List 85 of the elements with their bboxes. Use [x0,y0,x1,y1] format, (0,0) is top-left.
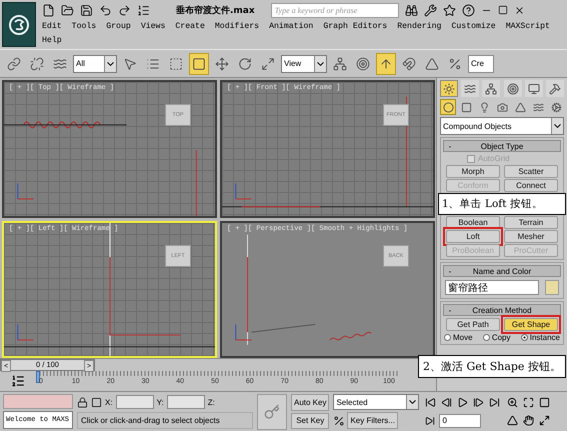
menu-item[interactable]: Views [140,20,166,34]
current-frame-field[interactable]: 0 [439,414,482,428]
object-type-button[interactable]: Mesher [504,230,558,243]
creation-method-button[interactable]: Get Shape [504,318,558,331]
menu-item[interactable]: Group [106,20,131,34]
maximize-icon [498,5,508,15]
named-selection-field[interactable]: Cre [468,54,494,72]
file-title: 垂布帘渡文件.max [176,4,255,16]
status-prompt: Click or click-and-drag to select objects [77,412,253,429]
color-swatch[interactable] [545,280,559,295]
menu-item[interactable]: Graph Editors [323,20,388,34]
object-type-button[interactable]: Terrain [504,216,558,229]
callout-note: 1、单击 Loft 按钮。 [438,193,566,215]
reference-coordinate-dropdown[interactable]: View [281,54,327,72]
menu-item[interactable]: Animation [269,20,314,34]
zoom-icon[interactable] [505,395,520,410]
object-type-button[interactable]: Connect [504,179,558,192]
hierarchy-icon[interactable] [482,80,500,97]
rollout-header[interactable]: - Name and Color [443,265,561,277]
new-file-icon [42,4,55,16]
object-category-dropdown[interactable]: Compound Objects [440,117,564,135]
rollout-title: Name and Color [472,266,532,276]
rollout-header[interactable]: - Object Type [443,140,561,152]
selection-filter-dropdown[interactable]: All [73,54,117,72]
sphere-icon[interactable] [440,99,456,115]
object-type-button[interactable]: Loft [446,230,500,243]
x-coordinate-field[interactable] [116,395,154,409]
lock-icon [77,396,88,408]
zoom-extents-icon[interactable] [537,395,552,410]
curve-icon[interactable] [461,80,480,97]
radio-option[interactable]: Copy [482,333,510,342]
menu-item[interactable]: Create [175,20,205,34]
key-filters-button[interactable]: Key Filters... [347,412,398,429]
save-icon [80,4,93,16]
axis-tripod-icon [17,323,34,340]
star-icon [442,4,456,16]
rollout-title: Object Type [480,142,524,150]
radio-option[interactable]: Move [444,333,473,342]
radio-option[interactable]: Instance [520,333,560,342]
creation-method-button[interactable]: Get Path [446,318,500,331]
zoom-all-icon[interactable] [521,395,536,410]
undo-icon [99,4,112,16]
pan-hand-icon[interactable] [521,414,536,428]
menu-item[interactable]: MAXScript [506,20,550,34]
hammer-icon[interactable] [546,80,564,97]
selection-mode-icon [91,396,102,408]
object-type-button[interactable]: Scatter [504,165,558,178]
axis-tripod-icon [235,182,252,200]
collapse-sign[interactable]: - [444,306,456,314]
rollout-header[interactable]: - Creation Method [443,304,561,316]
collapse-sign[interactable]: - [444,266,456,276]
menu-item[interactable]: Customize [451,20,496,34]
object-name-field[interactable]: 窗帘路径 [445,280,539,295]
current-frame-marker[interactable] [36,371,40,383]
coordinate-label: Z: [208,398,215,406]
coordinate-label: Y: [156,398,164,406]
set-key-mode-button[interactable]: Set Key [291,412,330,429]
window-crossing-icon[interactable] [189,52,209,74]
monitor-icon[interactable] [524,80,543,97]
help-icon [462,4,475,16]
maximize-viewport-icon[interactable] [537,414,552,428]
axis-tripod-icon [17,182,34,200]
shortcut-override-icon[interactable] [376,52,396,74]
menu-item[interactable]: Help [42,34,62,48]
menu-item[interactable]: Modifiers [214,20,260,34]
auto-key-button[interactable]: Auto Key [291,394,330,410]
coordinate-label: X: [105,398,113,406]
target-icon[interactable] [504,80,522,97]
object-type-button[interactable]: Morph [446,165,500,178]
app-logo-icon[interactable] [2,2,36,47]
menu-item[interactable]: Tools [72,20,96,34]
binoculars-icon [404,4,418,16]
key-mode-dropdown[interactable]: Selected [333,394,420,410]
y-coordinate-field[interactable] [166,395,205,409]
collapse-sign[interactable]: - [444,142,456,150]
search-field[interactable]: Type a keyword or phrase [270,2,399,18]
redo-icon [118,4,131,16]
menu-item[interactable]: Edit [42,20,62,34]
rollout-title: Creation Method [471,306,533,314]
open-folder-icon [61,4,74,16]
axis-tripod-icon [235,323,252,340]
menu-item[interactable]: Rendering [397,20,442,34]
callout-note: 2、激活 Get Shape 按钮。 [418,355,566,378]
sun-icon[interactable] [440,80,458,97]
close-icon [514,4,525,16]
